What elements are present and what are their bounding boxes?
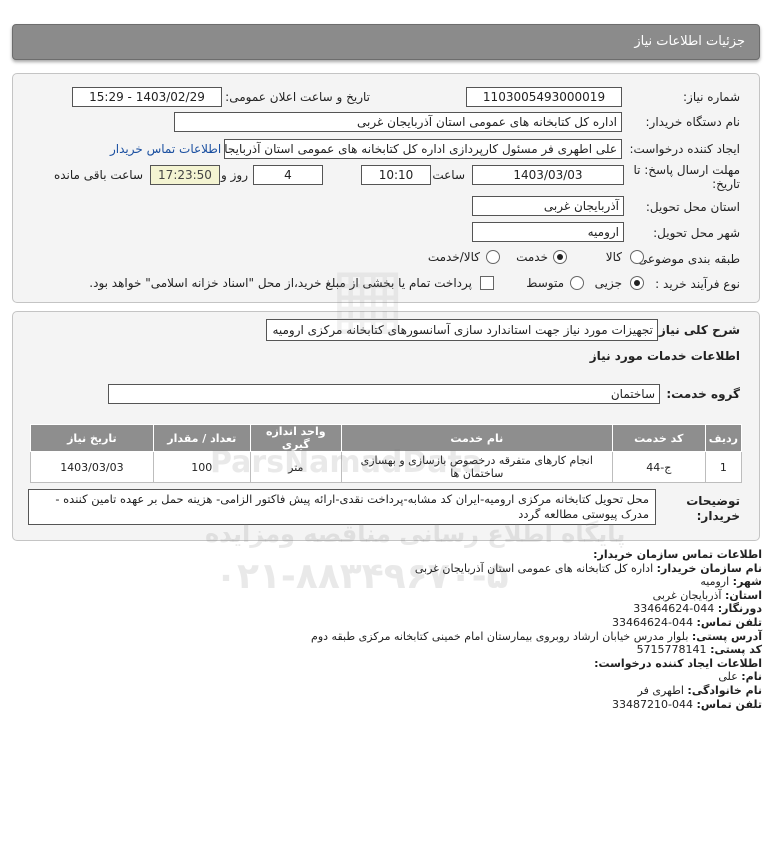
creator-field[interactable]: علی اطهری فر مسئول کارپردازی اداره کل کت… bbox=[224, 139, 622, 159]
cell-row: 1 bbox=[704, 451, 743, 483]
table-header-row: ردیف کد خدمت نام خدمت واحد اندازه گیری ت… bbox=[30, 424, 743, 452]
org-name-row: نام سازمان خریدار: اداره کل کتابخانه های… bbox=[414, 561, 762, 575]
services-title: اطلاعات خدمات مورد نیاز bbox=[589, 349, 740, 363]
category-label: طبقه بندی موضوعی: bbox=[633, 252, 740, 266]
contact-section: اطلاعات تماس سازمان خریدار: نام سازمان خ… bbox=[12, 548, 762, 711]
province-label: استان محل تحویل: bbox=[645, 200, 740, 214]
services-table: ردیف کد خدمت نام خدمت واحد اندازه گیری ت… bbox=[30, 424, 743, 483]
col-quantity: تعداد / مقدار bbox=[152, 424, 251, 452]
process-radio-medium[interactable] bbox=[570, 276, 584, 290]
deadline-label: مهلت ارسال پاسخ: تا bbox=[633, 163, 740, 177]
deadline-date-label: تاریخ: bbox=[712, 177, 740, 191]
need-number-field[interactable]: 1103005493000019 bbox=[466, 87, 622, 107]
col-unit: واحد اندازه گیری bbox=[249, 424, 342, 452]
buyer-notes-field[interactable]: محل تحویل کتابخانه مرکزی ارومیه-ایران کد… bbox=[28, 489, 656, 525]
need-number-label: شماره نیاز: bbox=[683, 90, 740, 104]
remaining-time-field: 17:23:50 bbox=[150, 165, 220, 185]
category-radio-goods-service[interactable] bbox=[486, 250, 500, 264]
creator-phone-row: تلفن تماس: 044-33487210 bbox=[612, 697, 762, 711]
page-title: جزئیات اطلاعات نیاز bbox=[634, 34, 745, 49]
process-option-medium: متوسط bbox=[526, 276, 564, 290]
cell-service-name: انجام کارهای متفرقه درخصوص بازسازی و بهس… bbox=[340, 451, 613, 483]
col-row: ردیف bbox=[704, 424, 743, 452]
category-radio-service[interactable] bbox=[553, 250, 567, 264]
process-radio-minor[interactable] bbox=[630, 276, 644, 290]
buyer-org-label: نام دستگاه خریدار: bbox=[645, 115, 741, 129]
col-service-code: کد خدمت bbox=[611, 424, 706, 452]
col-need-date: تاریخ نیاز bbox=[30, 424, 154, 452]
table-row[interactable]: 1 ج-44 انجام کارهای متفرقه درخصوص بازساز… bbox=[30, 451, 743, 483]
category-option-service: خدمت bbox=[516, 250, 548, 264]
category-option-goods-service: کالا/خدمت bbox=[427, 250, 480, 264]
treasury-text: پرداخت تمام یا بخشی از مبلغ خرید،از محل … bbox=[89, 276, 472, 290]
phone-row: تلفن تماس: 044-33464624 bbox=[612, 615, 762, 629]
deadline-time-field[interactable]: 10:10 bbox=[361, 165, 431, 185]
city-label: شهر محل تحویل: bbox=[653, 226, 740, 240]
treasury-checkbox[interactable] bbox=[480, 276, 494, 290]
buyer-contact-link[interactable]: اطلاعات تماس خریدار bbox=[110, 142, 221, 156]
deadline-time-label: ساعت bbox=[432, 168, 465, 182]
deadline-date-field[interactable]: 1403/03/03 bbox=[472, 165, 624, 185]
service-group-label: گروه خدمت: bbox=[666, 387, 740, 401]
city-field[interactable]: ارومیه bbox=[472, 222, 624, 242]
remaining-time-label: ساعت باقی مانده bbox=[53, 168, 143, 182]
category-radio-goods[interactable] bbox=[630, 250, 644, 264]
buyer-org-field[interactable]: اداره کل کتابخانه های عمومی استان آذربای… bbox=[174, 112, 622, 132]
buyer-notes-label-2: خریدار: bbox=[696, 509, 740, 523]
process-label: نوع فرآیند خرید : bbox=[655, 277, 740, 291]
summary-label: شرح کلی نیاز: bbox=[654, 323, 740, 337]
service-group-field[interactable]: ساختمان bbox=[108, 384, 660, 404]
buyer-contact-title: اطلاعات تماس سازمان خریدار: bbox=[593, 548, 762, 561]
last-name-row: نام خانوادگی: اطهری فر bbox=[637, 683, 762, 697]
province-row: استان: آذربایجان غربی bbox=[652, 588, 762, 602]
announce-field[interactable]: 1403/02/29 - 15:29 bbox=[72, 87, 222, 107]
creator-label: ایجاد کننده درخواست: bbox=[629, 142, 740, 156]
postal-row: کد پستی: 5715778141 bbox=[636, 643, 762, 657]
page-header: جزئیات اطلاعات نیاز bbox=[12, 24, 760, 60]
creator-contact-title: اطلاعات ایجاد کننده درخواست: bbox=[594, 656, 762, 670]
fax-row: دورنگار: 044-33464624 bbox=[633, 602, 762, 616]
province-field[interactable]: آذربایجان غربی bbox=[472, 196, 624, 216]
cell-service-code: ج-44 bbox=[611, 451, 706, 483]
category-option-goods: کالا bbox=[605, 250, 622, 264]
city-row: شهر: ارومیه bbox=[700, 575, 762, 589]
need-info-panel bbox=[12, 73, 760, 303]
days-label: روز و bbox=[221, 168, 248, 182]
announce-label: تاریخ و ساعت اعلان عمومی: bbox=[225, 90, 370, 104]
summary-field[interactable]: تجهیزات مورد نیاز جهت استاندارد سازی آسا… bbox=[266, 319, 658, 341]
days-remaining-field[interactable]: 4 bbox=[253, 165, 323, 185]
col-service-name: نام خدمت bbox=[340, 424, 613, 452]
process-option-minor: جزیی bbox=[594, 276, 622, 290]
address-row: آدرس پستی: بلوار مدرس خیابان ارشاد روبرو… bbox=[311, 629, 762, 643]
first-name-row: نام: علی bbox=[718, 670, 762, 684]
cell-unit: متر bbox=[249, 451, 342, 483]
cell-quantity: 100 bbox=[152, 451, 251, 483]
buyer-notes-label: توضیحات bbox=[686, 494, 740, 508]
cell-need-date: 1403/03/03 bbox=[30, 451, 154, 483]
